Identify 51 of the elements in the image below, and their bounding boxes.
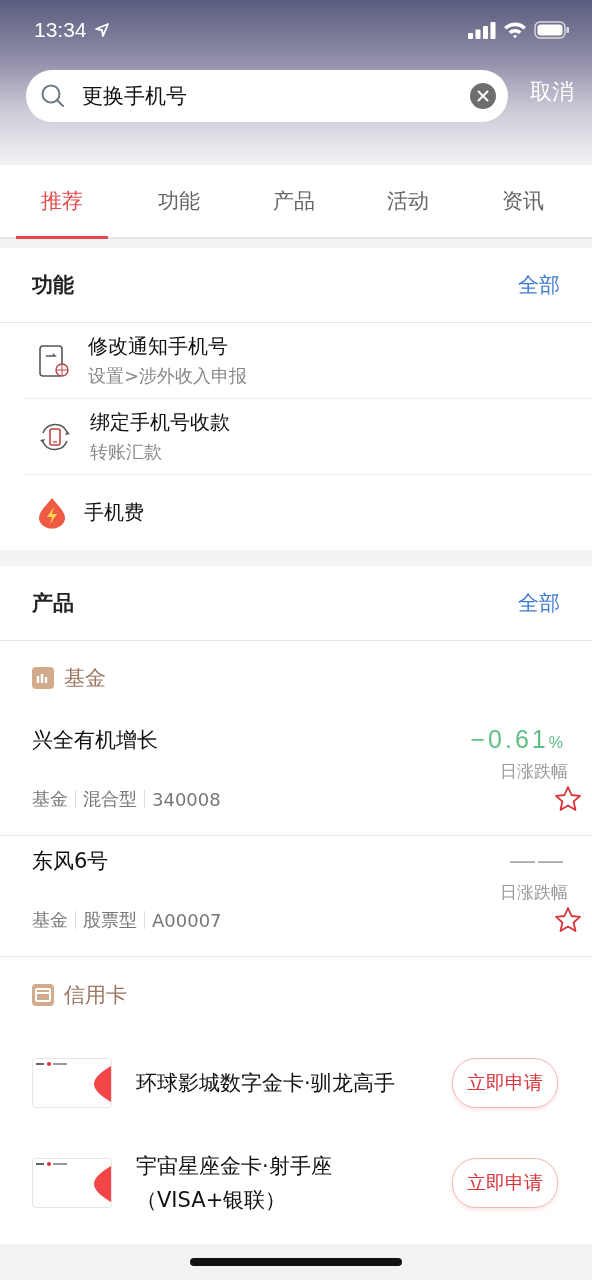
fund-tag: 基金 xyxy=(32,908,68,932)
fund-item[interactable]: 东风6号 —— 日涨跌幅 基金 股票型 A00007 xyxy=(0,836,592,957)
category-label: 基金 xyxy=(64,665,106,692)
tab[interactable]: 资讯 xyxy=(465,165,580,239)
function-title: 手机费 xyxy=(84,499,144,526)
fund-tag: 基金 xyxy=(32,787,68,811)
tab[interactable]: 活动 xyxy=(350,165,466,239)
change-label: 日涨跌幅 xyxy=(500,760,568,783)
apply-button[interactable]: 立即申请 xyxy=(452,1158,558,1208)
function-item[interactable]: 绑定手机号收款 转账汇款 xyxy=(24,399,592,475)
function-path: 设置>涉外收入申报 xyxy=(88,364,248,388)
fund-tag: 股票型 xyxy=(83,908,137,932)
fund-tag: 340008 xyxy=(152,788,221,810)
function-item[interactable]: 修改通知手机号 设置>涉外收入申报 xyxy=(24,323,592,399)
apply-button[interactable]: 立即申请 xyxy=(452,1058,558,1108)
wifi-icon xyxy=(503,21,527,39)
phone-globe-icon xyxy=(38,343,70,378)
daily-change: —— xyxy=(510,846,566,875)
all-link[interactable]: 全部 xyxy=(518,271,560,299)
function-title: 修改通知手机号 xyxy=(88,333,229,360)
section-title: 产品 xyxy=(32,590,74,617)
section-title: 功能 xyxy=(32,272,74,299)
function-item[interactable]: 手机费 xyxy=(24,475,592,550)
star-icon[interactable] xyxy=(554,785,582,813)
fund-tag: A00007 xyxy=(152,909,222,931)
battery-icon xyxy=(534,21,570,39)
clear-icon[interactable] xyxy=(470,83,496,109)
function-title: 绑定手机号收款 xyxy=(90,409,230,436)
bolt-drop-icon xyxy=(38,496,66,529)
fund-item[interactable]: 兴全有机增长 −0.61% 日涨跌幅 基金 混合型 340008 xyxy=(0,715,592,836)
change-label: 日涨跌幅 xyxy=(500,881,568,904)
location-arrow-icon xyxy=(93,22,110,38)
search-field[interactable]: 更换手机号 xyxy=(26,70,508,122)
fund-name: 兴全有机增长 xyxy=(32,726,158,754)
signal-icon xyxy=(468,21,496,39)
tab[interactable]: 产品 xyxy=(236,165,351,239)
function-path: 转账汇款 xyxy=(90,440,163,464)
tab[interactable]: 功能 xyxy=(121,165,237,239)
card-name: 宇宙星座金卡·射手座 xyxy=(136,1153,333,1180)
fund-tag: 混合型 xyxy=(83,787,137,811)
fund-name: 东风6号 xyxy=(32,847,109,875)
card-name: （VISA+银联） xyxy=(136,1187,288,1214)
status-time: 13:34 xyxy=(34,18,87,42)
card-name: 环球影城数字金卡·驯龙高手 xyxy=(136,1070,396,1097)
star-icon[interactable] xyxy=(554,906,582,934)
card-icon xyxy=(32,984,54,1006)
daily-change: −0.61% xyxy=(470,725,566,754)
category-label: 信用卡 xyxy=(64,982,127,1009)
search-icon xyxy=(40,83,66,109)
bar-chart-icon xyxy=(32,667,54,689)
all-link[interactable]: 全部 xyxy=(518,589,560,617)
